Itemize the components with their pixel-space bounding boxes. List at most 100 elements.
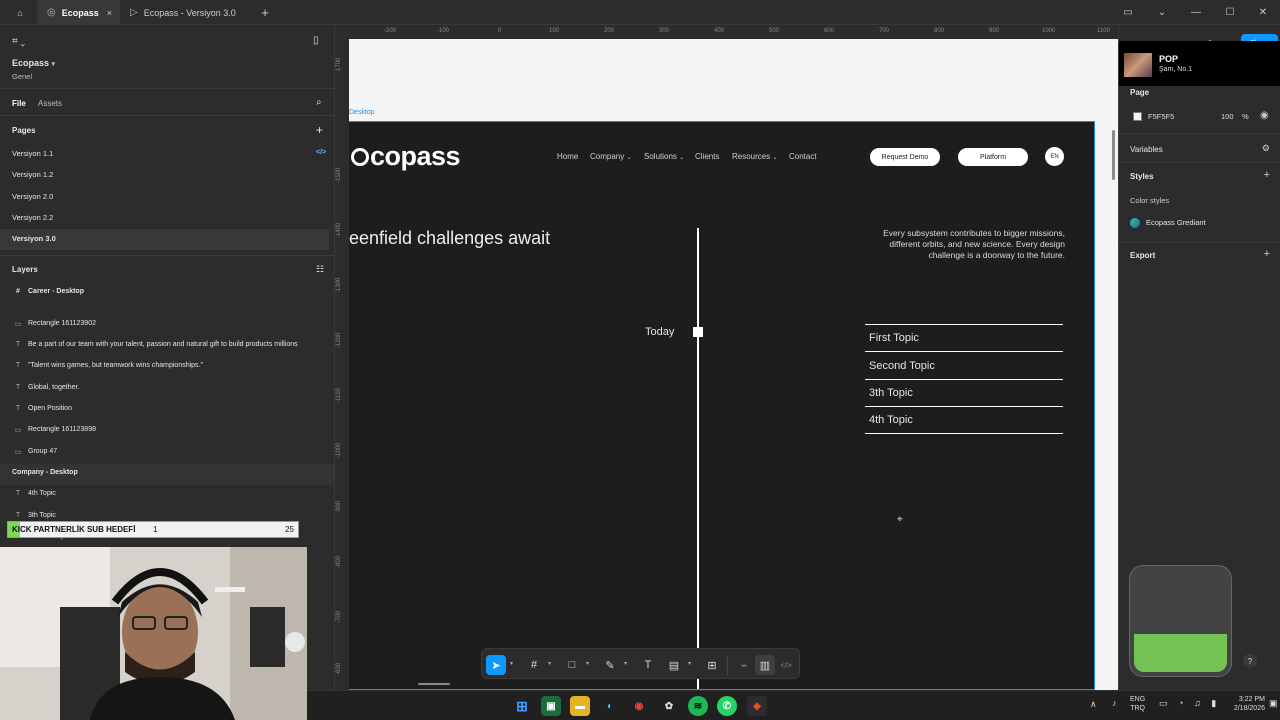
folder-icon[interactable]: ▬ xyxy=(570,696,590,716)
layer-row[interactable]: ▭ Rectangle 161123902 xyxy=(0,315,334,336)
page-item-active[interactable]: Versiyon 3.0 xyxy=(0,229,329,250)
minimize-button[interactable]: — xyxy=(1179,0,1213,25)
chevron-down-icon[interactable]: ▾ xyxy=(688,660,691,667)
add-style-icon[interactable]: + xyxy=(1264,169,1270,181)
move-tool-icon[interactable]: ➤ xyxy=(486,655,506,675)
topic-label: Second Topic xyxy=(869,360,935,372)
chevron-down-icon[interactable]: ▾ xyxy=(624,660,627,667)
nav-solutions[interactable]: Solutions ⌄ xyxy=(644,152,684,161)
clock[interactable]: 3:22 PM 2/18/2026 xyxy=(1217,695,1265,713)
pen-tool-icon[interactable]: ✎ xyxy=(600,655,620,675)
logo[interactable]: copass xyxy=(351,141,461,172)
sidebar-toggle-icon[interactable]: ▯ xyxy=(313,35,319,46)
new-tab-button[interactable]: + xyxy=(258,0,272,25)
meet-icon[interactable]: ▣ xyxy=(541,696,561,716)
layer-row[interactable]: T Global, together. xyxy=(0,379,334,400)
close-window-button[interactable]: ✕ xyxy=(1246,0,1280,25)
request-demo-button[interactable]: Request Demo xyxy=(870,148,940,166)
page-color-swatch[interactable] xyxy=(1133,112,1142,121)
chevron-down-icon[interactable]: ⌄ xyxy=(1145,0,1179,25)
notification-icon[interactable]: ▣ xyxy=(1269,698,1278,709)
tab-file[interactable]: File xyxy=(12,99,26,108)
layer-row-frame[interactable]: Company - Desktop xyxy=(0,464,334,485)
chevron-down-icon[interactable]: ▾ xyxy=(548,660,551,667)
jar-overlay xyxy=(1129,565,1232,677)
openai-icon[interactable]: ✿ xyxy=(659,696,679,716)
tab-assets[interactable]: Assets xyxy=(38,99,62,108)
desktop-frame[interactable]: copass Home Company ⌄ Solutions ⌄ Client… xyxy=(349,121,1095,690)
chrome-icon[interactable]: ◉ xyxy=(629,696,649,716)
prototype-icon: ▷ xyxy=(130,7,138,18)
close-tab-icon[interactable]: × xyxy=(107,8,112,18)
nav-contact[interactable]: Contact xyxy=(789,152,817,161)
tab-ecopass-v3[interactable]: ▷ Ecopass - Versiyon 3.0 xyxy=(122,0,252,25)
frame-label[interactable]: Desktop xyxy=(349,109,375,116)
layer-row[interactable]: # Career - Desktop xyxy=(0,283,334,304)
search-icon[interactable]: ⌕ xyxy=(316,97,322,108)
topic-item[interactable]: First Topic xyxy=(865,325,1063,352)
chevron-down-icon[interactable]: ▾ xyxy=(586,660,589,667)
nav-resources[interactable]: Resources ⌄ xyxy=(732,152,778,161)
text-icon: T xyxy=(15,512,21,519)
help-icon[interactable]: ? xyxy=(1243,654,1257,668)
layer-row[interactable]: T 4th Topic xyxy=(0,485,334,506)
page-label: Versiyon 2.0 xyxy=(12,192,54,201)
figma-icon[interactable]: ◈ xyxy=(747,696,767,716)
page-item[interactable]: Versiyon 2.2 xyxy=(0,208,334,229)
page-color-hex[interactable]: F5F5F5 xyxy=(1148,112,1174,121)
maximize-button[interactable]: ☐ xyxy=(1213,0,1247,25)
eye-icon[interactable]: ◉ xyxy=(1260,110,1269,121)
variables-heading[interactable]: Variables xyxy=(1130,145,1163,154)
timeline-marker[interactable] xyxy=(693,327,703,337)
language-indicator[interactable]: ENG TRQ xyxy=(1130,695,1145,713)
microphone-icon[interactable]: ♪ xyxy=(1112,698,1117,708)
chevron-down-icon[interactable]: ▾ xyxy=(510,660,513,667)
text-icon: T xyxy=(15,341,21,348)
comment-tool-icon[interactable]: ▤ xyxy=(664,655,684,675)
layer-row[interactable]: ▭ Group 47 xyxy=(0,443,334,464)
edge-icon[interactable]: ◐ xyxy=(600,696,620,716)
system-tray-icons[interactable]: ▭ ◔ ♫ ▮ xyxy=(1159,698,1220,709)
layer-row[interactable]: T "Talent wins games, but teamwork wins c… xyxy=(0,357,334,378)
nav-clients[interactable]: Clients xyxy=(695,152,719,161)
panel-toggle-icon[interactable]: ▭ xyxy=(1111,0,1145,25)
text-tool-icon[interactable]: T xyxy=(638,655,658,675)
platform-button[interactable]: Platform xyxy=(958,148,1028,166)
start-icon[interactable]: ⊞ xyxy=(512,696,532,716)
nav-company[interactable]: Company ⌄ xyxy=(590,152,632,161)
layer-row[interactable]: ▭ Rectangle 161123898 xyxy=(0,421,334,442)
home-tab[interactable]: ⌂ xyxy=(10,0,30,25)
add-page-icon[interactable]: + xyxy=(316,123,323,137)
chevron-up-icon[interactable]: ∧ xyxy=(1090,699,1097,710)
design-mode-icon[interactable]: ▥ xyxy=(755,655,775,675)
layer-row[interactable]: T Open Position xyxy=(0,400,334,421)
variables-settings-icon[interactable]: ⚙ xyxy=(1262,143,1270,154)
resources-tool-icon[interactable]: ⊞ xyxy=(702,655,722,675)
frame-tool-icon[interactable]: # xyxy=(524,655,544,675)
color-style-name[interactable]: Ecopass Grediant xyxy=(1146,218,1206,227)
project-name[interactable]: Ecopass ▾ xyxy=(12,58,55,68)
style-swatch[interactable] xyxy=(1130,218,1140,228)
tab-ecopass[interactable]: ◎ Ecopass × xyxy=(37,0,120,25)
page-item[interactable]: Versiyon 1.2 xyxy=(0,165,334,186)
topic-item[interactable]: 4th Topic xyxy=(865,407,1063,434)
language-button[interactable]: EN xyxy=(1045,147,1064,166)
dev-mode-icon[interactable]: </> xyxy=(776,655,796,675)
rectangle-tool-icon[interactable]: □ xyxy=(562,655,582,675)
nav-home[interactable]: Home xyxy=(557,152,578,161)
ruler-tick: -1500 xyxy=(336,167,342,183)
page-item[interactable]: Versiyon 2.0 xyxy=(0,187,334,208)
collapse-layers-icon[interactable]: ☷ xyxy=(316,264,324,275)
spotify-icon[interactable]: ≋ xyxy=(688,696,708,716)
page-opacity[interactable]: 100 xyxy=(1221,112,1234,121)
page-item[interactable]: Versiyon 1.1 </> xyxy=(0,144,334,165)
draw-mode-icon[interactable]: ⌁ xyxy=(734,655,754,675)
main-menu-icon[interactable]: ⌗ ⌄ xyxy=(12,36,25,47)
add-export-icon[interactable]: + xyxy=(1264,248,1270,260)
whatsapp-icon[interactable]: ✆ xyxy=(717,696,737,716)
canvas-scrollbar[interactable] xyxy=(1112,130,1115,180)
canvas-scrollbar-h[interactable] xyxy=(418,683,450,685)
layer-row[interactable]: T Be a part of our team with your talent,… xyxy=(0,336,334,357)
topic-item[interactable]: Second Topic xyxy=(865,353,1063,380)
topic-item[interactable]: 3th Topic xyxy=(865,380,1063,407)
